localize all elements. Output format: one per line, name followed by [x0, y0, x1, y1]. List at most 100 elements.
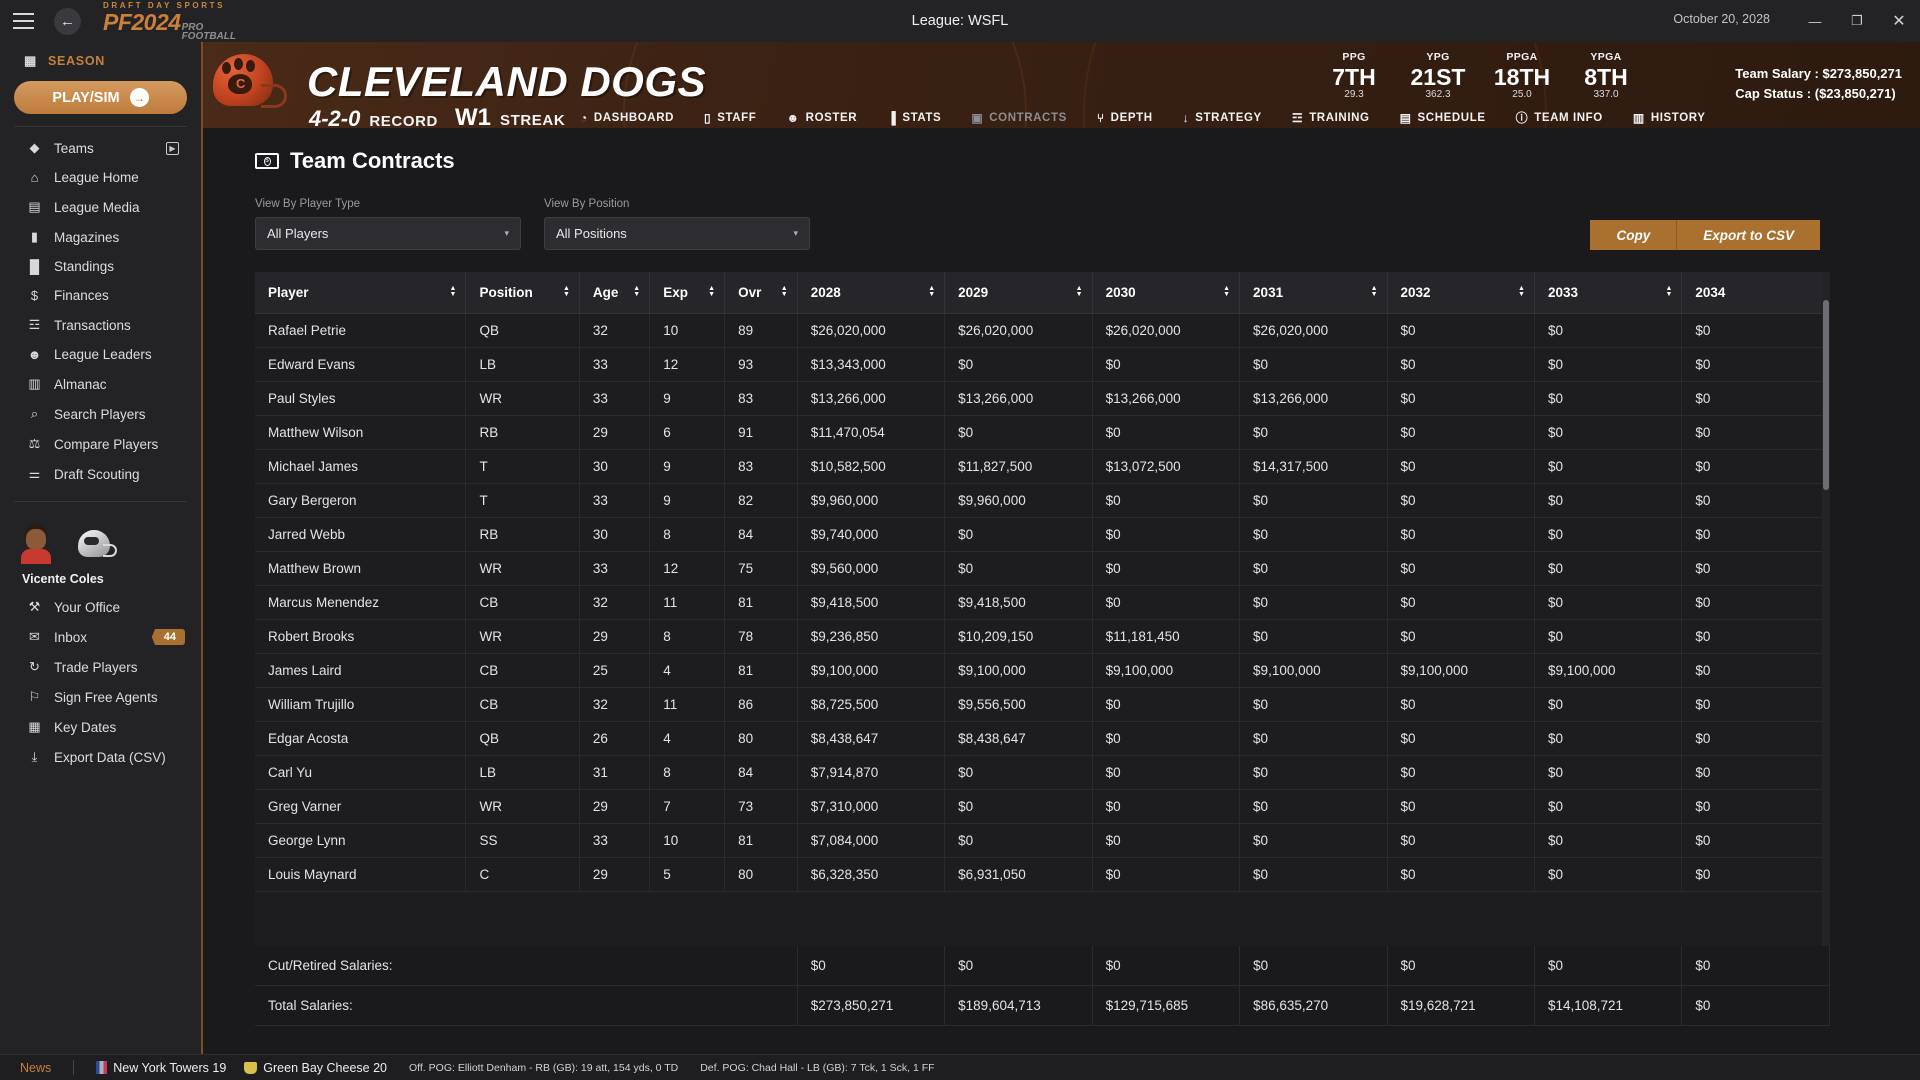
tab-team-info[interactable]: ⓘTEAM INFO: [1501, 104, 1618, 128]
tab-training[interactable]: ☲TRAINING: [1277, 106, 1385, 129]
column-header-2029[interactable]: 2029▲▼: [945, 272, 1092, 314]
table-row[interactable]: Carl YuLB31884$7,914,870$0$0$0$0$0$0: [255, 756, 1830, 790]
sidebar-item-export-data-csv-[interactable]: ⤓Export Data (CSV): [0, 742, 201, 772]
avatar[interactable]: [18, 522, 54, 564]
table-row[interactable]: James LairdCB25481$9,100,000$9,100,000$9…: [255, 654, 1830, 688]
column-header-2031[interactable]: 2031▲▼: [1240, 272, 1387, 314]
column-header-ovr[interactable]: Ovr▲▼: [725, 272, 798, 314]
tab-strategy[interactable]: ↓STRATEGY: [1168, 106, 1277, 129]
cell-player-name: Marcus Menendez: [255, 586, 466, 620]
sidebar-item-transactions[interactable]: ☲Transactions: [0, 310, 201, 340]
column-header-2032[interactable]: 2032▲▼: [1387, 272, 1534, 314]
cell-2031: $0: [1240, 688, 1387, 722]
sort-arrows-icon[interactable]: ▲▼: [1223, 287, 1230, 299]
table-row[interactable]: Rafael PetrieQB321089$26,020,000$26,020,…: [255, 314, 1830, 348]
sidebar-item-league-home[interactable]: ⌂League Home: [0, 163, 201, 192]
sidebar-item-magazines[interactable]: ▮Magazines: [0, 222, 201, 252]
bar-chart-icon: █: [26, 259, 43, 274]
scrollbar-thumb[interactable]: [1823, 300, 1829, 490]
minimize-button[interactable]: —: [1794, 0, 1836, 42]
sidebar-item-finances[interactable]: $Finances: [0, 281, 201, 310]
column-header-2033[interactable]: 2033▲▼: [1534, 272, 1681, 314]
export-csv-button[interactable]: Export to CSV: [1677, 220, 1820, 250]
back-arrow-icon[interactable]: ←: [54, 8, 81, 35]
table-row[interactable]: Matthew BrownWR331275$9,560,000$0$0$0$0$…: [255, 552, 1830, 586]
sidebar-item-compare-players[interactable]: ⚖Compare Players: [0, 429, 201, 459]
sort-arrows-icon[interactable]: ▲▼: [563, 287, 570, 299]
table-row[interactable]: Greg VarnerWR29773$7,310,000$0$0$0$0$0$0: [255, 790, 1830, 824]
cell-position: WR: [466, 552, 579, 586]
sidebar-item-your-office[interactable]: ⚒Your Office: [0, 592, 201, 622]
table-row[interactable]: Matthew WilsonRB29691$11,470,054$0$0$0$0…: [255, 416, 1830, 450]
sidebar-item-label: Sign Free Agents: [54, 690, 158, 705]
column-header-2030[interactable]: 2030▲▼: [1092, 272, 1239, 314]
sidebar-item-teams[interactable]: ◆Teams▶: [0, 133, 201, 163]
hamburger-menu-icon[interactable]: [0, 0, 46, 42]
column-header-2028[interactable]: 2028▲▼: [797, 272, 944, 314]
sidebar-item-inbox[interactable]: ✉Inbox44: [0, 622, 201, 652]
table-row[interactable]: Jarred WebbRB30884$9,740,000$0$0$0$0$0$0: [255, 518, 1830, 552]
sidebar-item-sign-free-agents[interactable]: ⚐Sign Free Agents: [0, 682, 201, 712]
column-header-position[interactable]: Position▲▼: [466, 272, 579, 314]
cell-2033: $0: [1534, 756, 1681, 790]
table-row[interactable]: Gary BergeronT33982$9,960,000$9,960,000$…: [255, 484, 1830, 518]
cut-salaries-2032: $0: [1387, 946, 1534, 986]
sidebar-item-standings[interactable]: █Standings: [0, 252, 201, 281]
tab-staff[interactable]: ▯STAFF: [689, 106, 771, 129]
column-header-exp[interactable]: Exp▲▼: [650, 272, 725, 314]
cell-age: 33: [579, 552, 649, 586]
sort-arrows-icon[interactable]: ▲▼: [928, 287, 935, 299]
cell-ovr: 78: [725, 620, 798, 654]
close-button[interactable]: ✕: [1878, 0, 1920, 42]
table-row[interactable]: Marcus MenendezCB321181$9,418,500$9,418,…: [255, 586, 1830, 620]
tab-history[interactable]: ▥HISTORY: [1618, 106, 1721, 129]
sidebar-item-draft-scouting[interactable]: ⚌Draft Scouting: [0, 459, 201, 489]
sort-arrows-icon[interactable]: ▲▼: [450, 287, 457, 299]
sidebar-item-league-leaders[interactable]: ☻League Leaders: [0, 340, 201, 369]
tab-schedule[interactable]: ▤SCHEDULE: [1385, 106, 1501, 129]
maximize-button[interactable]: ❐: [1836, 0, 1878, 42]
sidebar-item-almanac[interactable]: ▥Almanac: [0, 369, 201, 399]
table-row[interactable]: Louis MaynardC29580$6,328,350$6,931,050$…: [255, 858, 1830, 892]
sort-arrows-icon[interactable]: ▲▼: [633, 287, 640, 299]
tab-label: STATS: [902, 112, 941, 124]
sort-arrows-icon[interactable]: ▲▼: [1665, 287, 1672, 299]
table-row[interactable]: Edgar AcostaQB26480$8,438,647$8,438,647$…: [255, 722, 1830, 756]
table-row[interactable]: Robert BrooksWR29878$9,236,850$10,209,15…: [255, 620, 1830, 654]
table-row[interactable]: Edward EvansLB331293$13,343,000$0$0$0$0$…: [255, 348, 1830, 382]
position-label: View By Position: [544, 198, 810, 210]
play-sim-button[interactable]: PLAY/SIM →: [14, 81, 187, 114]
sort-arrows-icon[interactable]: ▲▼: [1371, 287, 1378, 299]
tab-roster[interactable]: ☻ROSTER: [771, 106, 872, 129]
table-row[interactable]: William TrujilloCB321186$8,725,500$9,556…: [255, 688, 1830, 722]
sidebar-item-trade-players[interactable]: ↻Trade Players: [0, 652, 201, 682]
table-row[interactable]: George LynnSS331081$7,084,000$0$0$0$0$0$…: [255, 824, 1830, 858]
sidebar-item-key-dates[interactable]: ▦Key Dates: [0, 712, 201, 742]
table-row[interactable]: Paul StylesWR33983$13,266,000$13,266,000…: [255, 382, 1830, 416]
column-header-2034[interactable]: 2034: [1682, 272, 1830, 314]
cell-exp: 11: [650, 688, 725, 722]
news-score[interactable]: New York Towers 19 Green Bay Cheese 20: [96, 1061, 387, 1075]
tab-contracts[interactable]: ▣CONTRACTS: [956, 106, 1082, 129]
sidebar-item-search-players[interactable]: ⌕Search Players: [0, 399, 201, 429]
sort-arrows-icon[interactable]: ▲▼: [708, 287, 715, 299]
tab-depth[interactable]: ⑂DEPTH: [1082, 106, 1168, 129]
tab-dashboard[interactable]: ◔DASHBOARD: [565, 106, 689, 129]
player-type-select[interactable]: All Players ▾: [255, 217, 521, 250]
table-row[interactable]: Michael JamesT30983$10,582,500$11,827,50…: [255, 450, 1830, 484]
sort-arrows-icon[interactable]: ▲▼: [781, 287, 788, 299]
team-helmet-icon[interactable]: [76, 526, 120, 564]
copy-button[interactable]: Copy: [1590, 220, 1677, 250]
tab-stats[interactable]: ▐STATS: [872, 106, 956, 129]
sort-arrows-icon[interactable]: ▲▼: [1076, 287, 1083, 299]
expand-icon[interactable]: ▶: [166, 142, 179, 155]
sort-arrows-icon[interactable]: ▲▼: [1518, 287, 1525, 299]
column-header-age[interactable]: Age▲▼: [579, 272, 649, 314]
sidebar-item-league-media[interactable]: ▤League Media: [0, 192, 201, 222]
position-select[interactable]: All Positions ▾: [544, 217, 810, 250]
info-icon: ⓘ: [1516, 109, 1529, 126]
cell-2033: $0: [1534, 620, 1681, 654]
cell-2028: $10,582,500: [797, 450, 944, 484]
table-scrollbar[interactable]: [1822, 272, 1830, 946]
column-header-player[interactable]: Player▲▼: [255, 272, 466, 314]
